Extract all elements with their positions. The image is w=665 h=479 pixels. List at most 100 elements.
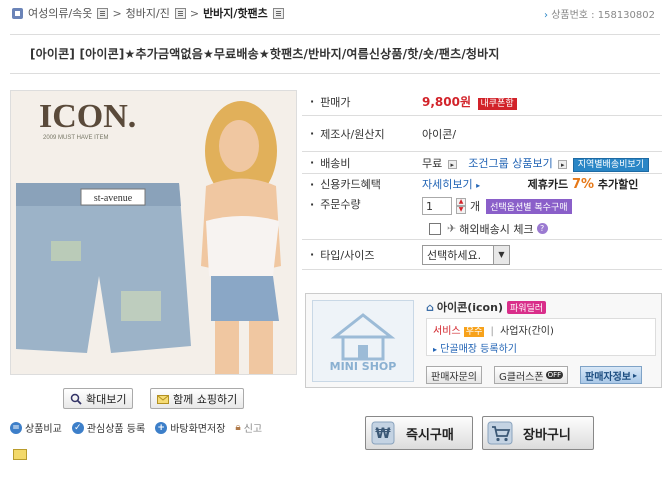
gclub-coupon-button[interactable]: G클러스폰 OFF	[494, 366, 569, 384]
home-icon[interactable]	[12, 7, 23, 19]
breadcrumb-separator: >	[189, 6, 200, 20]
product-title-bar: [아이콘] [아이콘]★추가금액없음★무료배송★핫팬츠/반바지/여름신상품/핫/…	[10, 34, 660, 74]
product-number-value: 158130802	[597, 10, 655, 21]
shop-icon: ⌂	[426, 300, 434, 314]
breadcrumb-item-current[interactable]: 반바지/핫팬츠	[203, 5, 268, 21]
plane-icon: ✈	[447, 222, 457, 235]
product-photo: st-avenue ICON. 2009 MUST HAVE ITEM	[11, 91, 296, 374]
seller-info-button[interactable]: 판매자정보 ▸	[580, 366, 643, 384]
maker-row: 제조사/원산지 아이콘/	[302, 116, 662, 152]
qty-stepper[interactable]: ▲ ▼	[456, 198, 466, 214]
shipping-region-button[interactable]: 지역별배송비보기	[572, 157, 649, 172]
seller-name-row: ⌂ 아이콘(icon) 파워딜러	[426, 299, 547, 315]
card-promo: 제휴카드 7% 추가할인	[527, 177, 639, 192]
biz-type: 사업자(간이)	[500, 326, 554, 337]
shipping-condition-link[interactable]: 조건그룹 상품보기	[468, 157, 552, 170]
buy-now-button[interactable]: ₩ 즉시구매	[365, 416, 473, 450]
card-detail-link[interactable]: 자세히보기	[422, 178, 473, 191]
qty-multi-button[interactable]: 선택옵션별 복수구매	[486, 198, 572, 214]
lock-icon: 🔒︎	[235, 422, 241, 433]
seller-name[interactable]: 아이콘(icon)	[437, 299, 503, 315]
product-info-table: 판매가 9,800원 내쿠폰함 제조사/원산지 아이콘/ 배송비 무료 ▸ 조건…	[302, 88, 662, 270]
category-list-icon[interactable]	[174, 7, 186, 19]
shipping-value: 무료	[422, 156, 443, 170]
mail-icon[interactable]	[13, 449, 27, 460]
gclub-off-tag: OFF	[545, 371, 564, 379]
type-row: 타입/사이즈 선택하세요. ▼	[302, 240, 662, 270]
arrow-right-icon: ▸	[433, 345, 438, 354]
svg-text:₩: ₩	[375, 426, 391, 442]
brand-logo-subtitle: 2009 MUST HAVE ITEM	[43, 135, 108, 141]
arrow-right-icon: ▸	[558, 159, 568, 169]
shop-register-label: 단골매장 등록하기	[440, 344, 517, 355]
card-promo-prefix: 제휴카드	[527, 178, 569, 191]
magnifier-icon	[70, 393, 82, 405]
house-icon	[330, 313, 396, 361]
shop-together-button[interactable]: 함께 쇼핑하기	[150, 388, 245, 409]
product-number-bullet: ›	[544, 10, 548, 21]
overseas-row: ✈ 해외배송시 체크 ?	[302, 218, 662, 240]
cart-button[interactable]: 장바구니	[482, 416, 594, 450]
cart-label: 장바구니	[523, 427, 571, 443]
report-link[interactable]: 🔒︎ 신고	[235, 420, 262, 435]
product-label-text: st-avenue	[94, 193, 133, 204]
compare-link[interactable]: = 상품비교	[10, 420, 62, 435]
type-size-select[interactable]: 선택하세요. ▼	[422, 244, 510, 265]
type-label: 타입/사이즈	[302, 247, 422, 263]
breadcrumb-item-jeans[interactable]: 청바지/진	[126, 5, 170, 21]
qty-unit: 개	[470, 200, 481, 213]
card-row: 신용카드혜택 자세히보기 ▸ 제휴카드 7% 추가할인	[302, 174, 662, 194]
shop-register-link[interactable]: ▸ 단골매장 등록하기	[433, 340, 649, 355]
card-label: 신용카드혜택	[302, 176, 422, 192]
qty-down-icon[interactable]: ▼	[456, 206, 466, 214]
product-number: › 상품번호 : 158130802	[544, 6, 655, 21]
price-row: 판매가 9,800원 내쿠폰함	[302, 88, 662, 116]
seller-inquiry-button[interactable]: 판매자문의	[426, 366, 482, 384]
overseas-checkbox[interactable]	[429, 222, 441, 235]
shipping-row: 배송비 무료 ▸ 조건그룹 상품보기 ▸ 지역별배송비보기	[302, 152, 662, 174]
product-image[interactable]: st-avenue ICON. 2009 MUST HAVE ITEM	[10, 90, 297, 375]
compare-icon: =	[10, 421, 22, 434]
buy-now-label: 즉시구매	[406, 427, 454, 443]
chevron-down-icon[interactable]: ▼	[493, 245, 509, 264]
report-label: 신고	[243, 424, 263, 435]
service-label: 서비스	[433, 326, 461, 337]
type-size-selected: 선택하세요.	[427, 248, 482, 262]
check-icon: ✓	[71, 421, 84, 434]
arrow-right-icon: ▸	[633, 370, 638, 380]
won-icon: ₩	[370, 420, 396, 446]
plus-icon: +	[155, 421, 168, 434]
category-list-icon[interactable]	[97, 7, 109, 19]
service-grade-badge: 우수	[463, 327, 485, 337]
arrow-right-icon[interactable]: ▸	[447, 159, 457, 169]
interest-link[interactable]: ✓ 관심상품 등록	[71, 420, 145, 435]
seller-box: MINI SHOP ⌂ 아이콘(icon) 파워딜러 서비스 우수 | 사업자(…	[305, 293, 662, 388]
arrow-right-icon: ▸	[476, 181, 481, 190]
seller-info-label: 판매자정보	[585, 371, 631, 383]
zoom-button[interactable]: 확대보기	[63, 388, 134, 409]
shipping-label: 배송비	[302, 155, 422, 171]
qty-up-icon[interactable]: ▲	[456, 198, 466, 206]
envelope-icon	[157, 393, 169, 405]
breadcrumb: 여성의류/속옷 > 청바지/진 > 반바지/핫팬츠	[12, 5, 284, 21]
seller-inquiry-label: 판매자문의	[431, 371, 477, 383]
divider: |	[490, 326, 494, 337]
compare-label: 상품비교	[25, 424, 62, 435]
desktop-save-link[interactable]: + 바탕화면저장	[155, 420, 225, 435]
shop-together-label: 함께 쇼핑하기	[173, 392, 238, 406]
qty-label: 주문수량	[302, 194, 422, 212]
product-title: [아이콘] [아이콘]★추가금액없음★무료배송★핫팬츠/반바지/여름신상품/핫/…	[30, 47, 500, 61]
breadcrumb-item-women[interactable]: 여성의류/속옷	[28, 5, 92, 21]
overseas-label: 해외배송시 체크	[459, 222, 534, 236]
coupon-badge[interactable]: 내쿠폰함	[477, 98, 517, 110]
qty-input[interactable]: 1	[422, 197, 452, 215]
mini-shop-label: MINI SHOP	[329, 360, 397, 373]
mini-shop-banner[interactable]: MINI SHOP	[312, 300, 414, 382]
seller-details: 서비스 우수 | 사업자(간이) ▸ 단골매장 등록하기	[426, 318, 656, 356]
cart-icon	[487, 420, 513, 446]
category-list-icon[interactable]	[272, 7, 284, 19]
help-icon[interactable]: ?	[536, 223, 548, 234]
card-promo-suffix: 추가할인	[597, 178, 639, 191]
zoom-button-label: 확대보기	[86, 392, 127, 406]
maker-value: 아이콘/	[422, 127, 457, 141]
